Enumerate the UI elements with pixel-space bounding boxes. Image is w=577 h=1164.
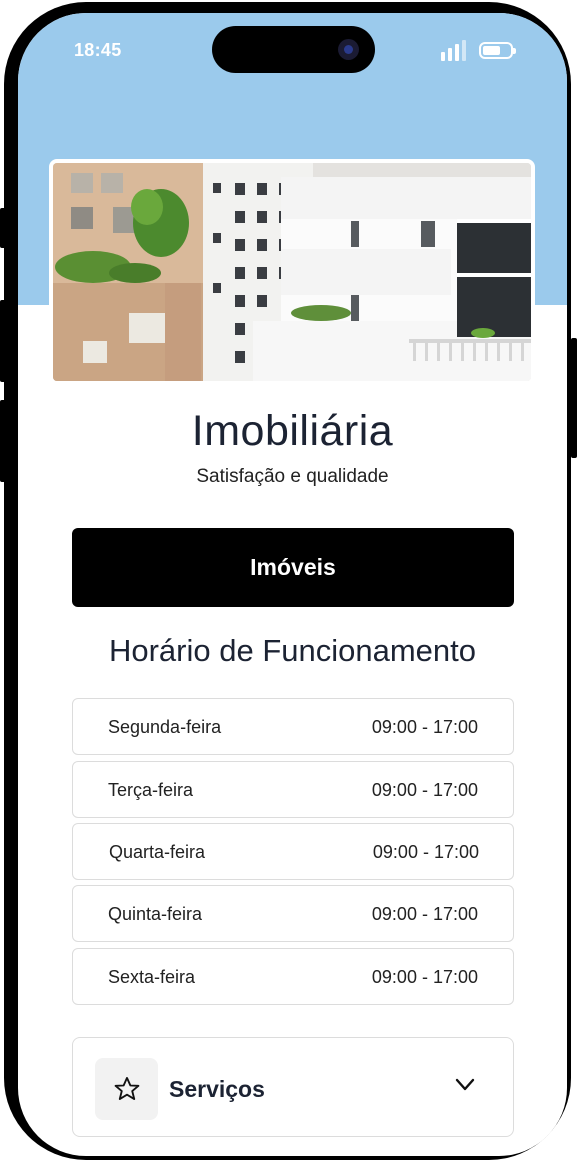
services-accordion[interactable]: Serviços bbox=[72, 1037, 514, 1137]
hours-title: Horário de Funcionamento bbox=[108, 633, 477, 668]
services-label: Serviços bbox=[169, 1076, 265, 1102]
hours-day: Quarta-feira bbox=[109, 842, 206, 862]
battery-icon bbox=[479, 42, 516, 59]
page-subtitle: Satisfação e qualidade bbox=[196, 466, 389, 487]
hours-time: 09:00 - 17:00 bbox=[371, 967, 478, 987]
side-button-power bbox=[571, 338, 577, 458]
dynamic-island bbox=[212, 26, 375, 73]
hours-day: Quinta-feira bbox=[108, 904, 203, 924]
hours-row-monday: Segunda-feira 09:00 - 17:00 bbox=[72, 698, 514, 755]
hero-image bbox=[49, 159, 535, 385]
status-time: 18:45 bbox=[74, 40, 122, 60]
chevron-down-icon[interactable] bbox=[455, 1078, 475, 1092]
hours-day: Terça-feira bbox=[108, 780, 194, 800]
hours-row-friday: Sexta-feira 09:00 - 17:00 bbox=[72, 948, 514, 1005]
services-icon-box bbox=[95, 1058, 158, 1120]
hours-row-thursday: Quinta-feira 09:00 - 17:00 bbox=[72, 885, 514, 942]
hours-time: 09:00 - 17:00 bbox=[371, 717, 478, 737]
hours-day: Segunda-feira bbox=[108, 717, 222, 737]
imoveis-button[interactable]: Imóveis bbox=[72, 528, 514, 607]
hours-time: 09:00 - 17:00 bbox=[372, 842, 479, 862]
hours-day: Sexta-feira bbox=[108, 967, 196, 987]
page-title: Imobiliária bbox=[191, 407, 394, 455]
hours-row-tuesday: Terça-feira 09:00 - 17:00 bbox=[72, 761, 514, 818]
screen: 18:45 Imobiliária Satisfação e qualidade… bbox=[18, 13, 567, 1156]
camera-icon bbox=[338, 39, 359, 60]
star-icon bbox=[114, 1076, 139, 1100]
hours-time: 09:00 - 17:00 bbox=[371, 904, 478, 924]
phone-frame: 18:45 Imobiliária Satisfação e qualidade… bbox=[4, 2, 571, 1160]
signal-icon bbox=[441, 40, 467, 61]
hours-row-wednesday: Quarta-feira 09:00 - 17:00 bbox=[72, 823, 514, 880]
hours-time: 09:00 - 17:00 bbox=[371, 780, 478, 800]
